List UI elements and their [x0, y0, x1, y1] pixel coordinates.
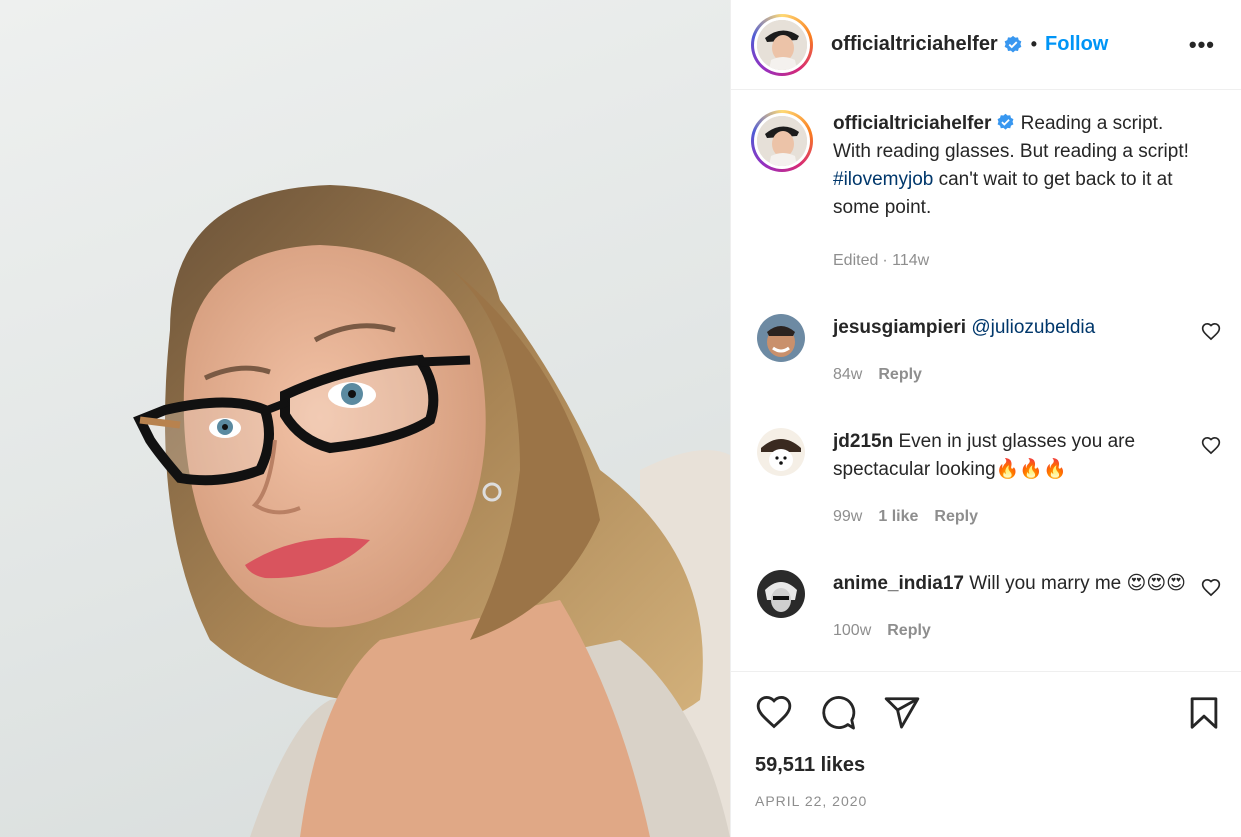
comment-time[interactable]: 99w — [833, 508, 862, 525]
comment-text: anime_india17 Will you marry me 😍😍😍 — [833, 570, 1193, 598]
caption-meta: Edited · 114w — [833, 252, 1193, 270]
bookmark-icon[interactable] — [1185, 694, 1223, 732]
reply-button[interactable]: Reply — [887, 622, 931, 639]
post-photo[interactable] — [0, 0, 730, 837]
selfie-illustration — [133, 185, 730, 837]
comment-body: Will you marry me 😍😍😍 — [963, 573, 1186, 594]
instagram-post: officialtriciahelfer • Follow ••• offici… — [0, 0, 1241, 837]
post-actions: 59,511 likes APRIL 22, 2020 — [731, 671, 1241, 837]
comment-item: anime_india17 Will you marry me 😍😍😍 100w… — [751, 570, 1221, 640]
post-header: officialtriciahelfer • Follow ••• — [731, 0, 1241, 90]
comment-likes[interactable]: 1 like — [878, 508, 918, 525]
commenter-avatar[interactable] — [757, 570, 805, 618]
avatar-image — [757, 19, 807, 70]
comment-item: jd215n Even in just glasses you are spec… — [751, 428, 1221, 526]
like-comment-heart-icon[interactable] — [1201, 322, 1221, 342]
caption-time[interactable]: · 114w — [882, 252, 929, 269]
comment-meta: 99w 1 like Reply — [833, 508, 1193, 526]
comment-item: jesusgiampieri @juliozubeldia 84w Reply — [751, 314, 1221, 384]
post-date[interactable]: APRIL 22, 2020 — [755, 793, 1217, 809]
comment-text: jesusgiampieri @juliozubeldia — [833, 314, 1193, 342]
comment-icon[interactable] — [819, 694, 857, 732]
comment-username[interactable]: jd215n — [833, 431, 893, 452]
comment-time[interactable]: 100w — [833, 622, 871, 639]
commenter-avatar[interactable] — [757, 314, 805, 362]
more-options-icon[interactable]: ••• — [1189, 32, 1215, 58]
comments-section[interactable]: officialtriciahelfer Reading a script. W… — [731, 90, 1241, 671]
commenter-avatar[interactable] — [757, 428, 805, 476]
action-icons — [755, 692, 1218, 734]
avatar-image — [757, 116, 807, 166]
caption-edited: Edited — [833, 252, 879, 269]
comment-time[interactable]: 84w — [833, 366, 862, 383]
comment-meta: 100w Reply — [833, 622, 1193, 640]
caption: officialtriciahelfer Reading a script. W… — [751, 110, 1221, 270]
post-sidebar: officialtriciahelfer • Follow ••• offici… — [730, 0, 1241, 837]
author-avatar[interactable] — [751, 13, 813, 76]
comment-text: jd215n Even in just glasses you are spec… — [833, 428, 1193, 484]
avatar-image — [757, 428, 805, 476]
like-comment-heart-icon[interactable] — [1201, 578, 1221, 598]
caption-text: officialtriciahelfer Reading a script. W… — [833, 110, 1193, 222]
caption-hashtag[interactable]: #ilovemyjob — [833, 169, 933, 190]
like-comment-heart-icon[interactable] — [1201, 436, 1221, 456]
heart-icon[interactable] — [755, 694, 793, 732]
reply-button[interactable]: Reply — [878, 366, 922, 383]
comment-mention[interactable]: @juliozubeldia — [971, 317, 1095, 338]
comment-meta: 84w Reply — [833, 366, 1193, 384]
avatar-image — [757, 314, 805, 362]
follow-button[interactable]: Follow — [1045, 33, 1108, 56]
comment-username[interactable]: anime_india17 — [833, 573, 964, 594]
verified-badge-icon — [997, 113, 1014, 130]
comment-username[interactable]: jesusgiampieri — [833, 317, 966, 338]
verified-badge-icon — [1004, 35, 1022, 52]
author-username[interactable]: officialtriciahelfer — [831, 33, 998, 56]
header-separator: • — [1030, 34, 1038, 54]
avatar-image — [757, 570, 805, 618]
caption-avatar[interactable] — [751, 110, 813, 172]
caption-username[interactable]: officialtriciahelfer — [833, 113, 991, 134]
reply-button[interactable]: Reply — [934, 508, 978, 525]
share-icon[interactable] — [883, 694, 921, 732]
likes-count[interactable]: 59,511 likes — [755, 754, 1217, 777]
